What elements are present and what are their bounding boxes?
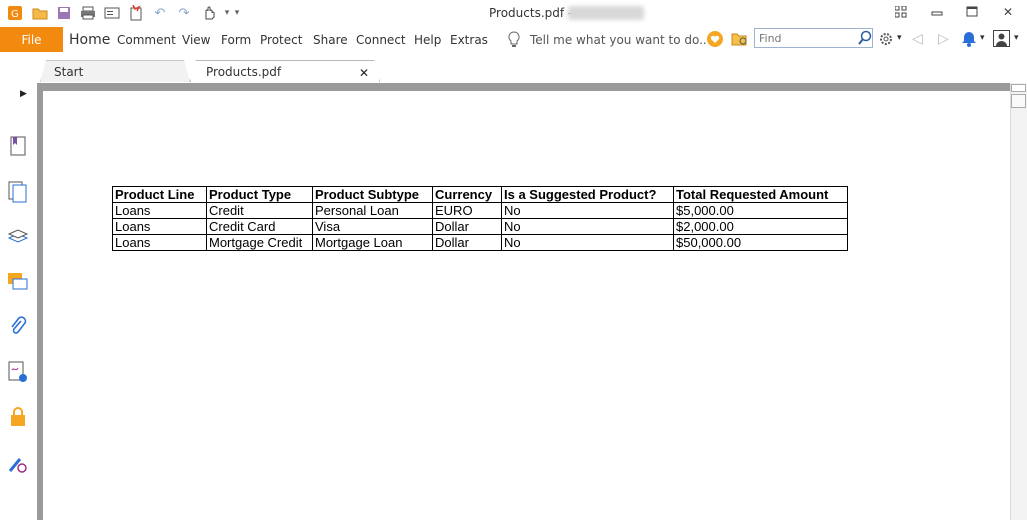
bell-icon[interactable] — [961, 30, 977, 51]
products-table: Product Line Product Type Product Subtyp… — [112, 186, 848, 251]
menu-protect[interactable]: Protect — [260, 33, 302, 47]
print-icon[interactable] — [79, 4, 97, 22]
column-header: Product Type — [206, 186, 313, 203]
account-icon[interactable] — [993, 30, 1010, 50]
menu-extras[interactable]: Extras — [450, 33, 488, 47]
table-cell: Dollar — [432, 234, 502, 251]
table-cell: No — [501, 234, 674, 251]
layers-icon[interactable] — [6, 224, 30, 248]
maximize-icon[interactable] — [962, 3, 982, 21]
customize-icon[interactable]: ▾ — [228, 4, 246, 22]
column-header: Product Subtype — [312, 186, 433, 203]
tab-close-icon[interactable]: ✕ — [359, 66, 369, 80]
menu-comment[interactable]: Comment — [117, 33, 176, 47]
window-title: Products.pdf - — [489, 6, 573, 20]
restore-layout-icon[interactable] — [891, 3, 911, 21]
comments-icon[interactable] — [6, 270, 30, 294]
tell-me-search[interactable]: Tell me what you want to do.. — [530, 33, 707, 47]
undo-icon[interactable]: ↶ — [151, 4, 169, 22]
table-cell: $2,000.00 — [673, 218, 848, 235]
table-cell: No — [501, 218, 674, 235]
table-cell: Dollar — [432, 218, 502, 235]
table-cell: Mortgage Loan — [312, 234, 433, 251]
save-icon[interactable] — [55, 4, 73, 22]
table-cell: No — [501, 202, 674, 219]
table-cell: EURO — [432, 202, 502, 219]
menu-share[interactable]: Share — [313, 33, 348, 47]
close-icon[interactable]: ✕ — [998, 3, 1018, 21]
next-icon[interactable]: ▷ — [938, 31, 949, 47]
pdf-page — [43, 91, 1010, 520]
sidebar-expand-icon[interactable]: ▶ — [20, 89, 27, 99]
open-icon[interactable] — [31, 4, 49, 22]
new-icon[interactable] — [127, 4, 145, 22]
email-icon[interactable] — [103, 4, 121, 22]
menu-view[interactable]: View — [182, 33, 210, 47]
column-header: Is a Suggested Product? — [501, 186, 674, 203]
table-cell: Mortgage Credit — [206, 234, 313, 251]
previous-icon[interactable]: ◁ — [912, 31, 923, 47]
table-header-row: Product Line Product Type Product Subtyp… — [112, 186, 848, 203]
table-cell: Credit — [206, 202, 313, 219]
menu-help[interactable]: Help — [414, 33, 441, 47]
redo-icon[interactable]: ↷ — [175, 4, 193, 22]
table-cell: Loans — [112, 234, 207, 251]
security-icon[interactable] — [6, 405, 30, 429]
find-folder-icon[interactable] — [731, 31, 749, 50]
attachments-icon[interactable] — [6, 315, 30, 339]
table-cell: Credit Card — [206, 218, 313, 235]
column-header: Total Requested Amount — [673, 186, 848, 203]
minimize-icon[interactable] — [927, 3, 947, 21]
table-row: Loans Credit Personal Loan EURO No $5,00… — [112, 202, 848, 219]
bookmark-icon[interactable] — [6, 134, 30, 158]
lightbulb-icon — [507, 31, 521, 51]
file-menu-button[interactable]: File — [0, 27, 63, 52]
column-header: Currency — [432, 186, 502, 203]
certificate-icon[interactable] — [6, 452, 30, 476]
tab-start[interactable]: Start — [40, 60, 190, 82]
vertical-scrollbar[interactable] — [1010, 83, 1027, 520]
table-cell: Personal Loan — [312, 202, 433, 219]
account-dropdown-icon[interactable]: ▾ — [1014, 33, 1019, 43]
table-cell: Loans — [112, 218, 207, 235]
find-box — [754, 28, 873, 48]
heart-icon[interactable] — [707, 31, 723, 50]
pages-icon[interactable] — [6, 180, 30, 204]
document-frame — [37, 83, 1027, 91]
svg-text:G: G — [11, 9, 19, 20]
search-icon[interactable] — [857, 30, 873, 50]
gear-dropdown-icon[interactable]: ▾ — [897, 33, 902, 43]
table-cell: $5,000.00 — [673, 202, 848, 219]
scroll-up-button[interactable] — [1011, 84, 1026, 92]
user-name-redacted — [568, 6, 644, 20]
menu-home[interactable]: Home — [69, 32, 110, 48]
menu-connect[interactable]: Connect — [356, 33, 406, 47]
find-input[interactable] — [759, 30, 853, 46]
bell-dropdown-icon[interactable]: ▾ — [980, 33, 985, 43]
table-row: Loans Mortgage Credit Mortgage Loan Doll… — [112, 234, 848, 251]
menu-form[interactable]: Form — [221, 33, 251, 47]
signatures-icon[interactable] — [6, 360, 30, 384]
app-logo-icon[interactable]: G — [6, 4, 24, 22]
tab-products-pdf[interactable]: Products.pdf — [190, 60, 380, 82]
table-cell: Loans — [112, 202, 207, 219]
column-header: Product Line — [112, 186, 207, 203]
scroll-thumb[interactable] — [1011, 94, 1026, 108]
gear-icon[interactable] — [878, 31, 894, 50]
table-row: Loans Credit Card Visa Dollar No $2,000.… — [112, 218, 848, 235]
table-cell: Visa — [312, 218, 433, 235]
hand-tool-icon[interactable] — [200, 4, 218, 22]
table-cell: $50,000.00 — [673, 234, 848, 251]
